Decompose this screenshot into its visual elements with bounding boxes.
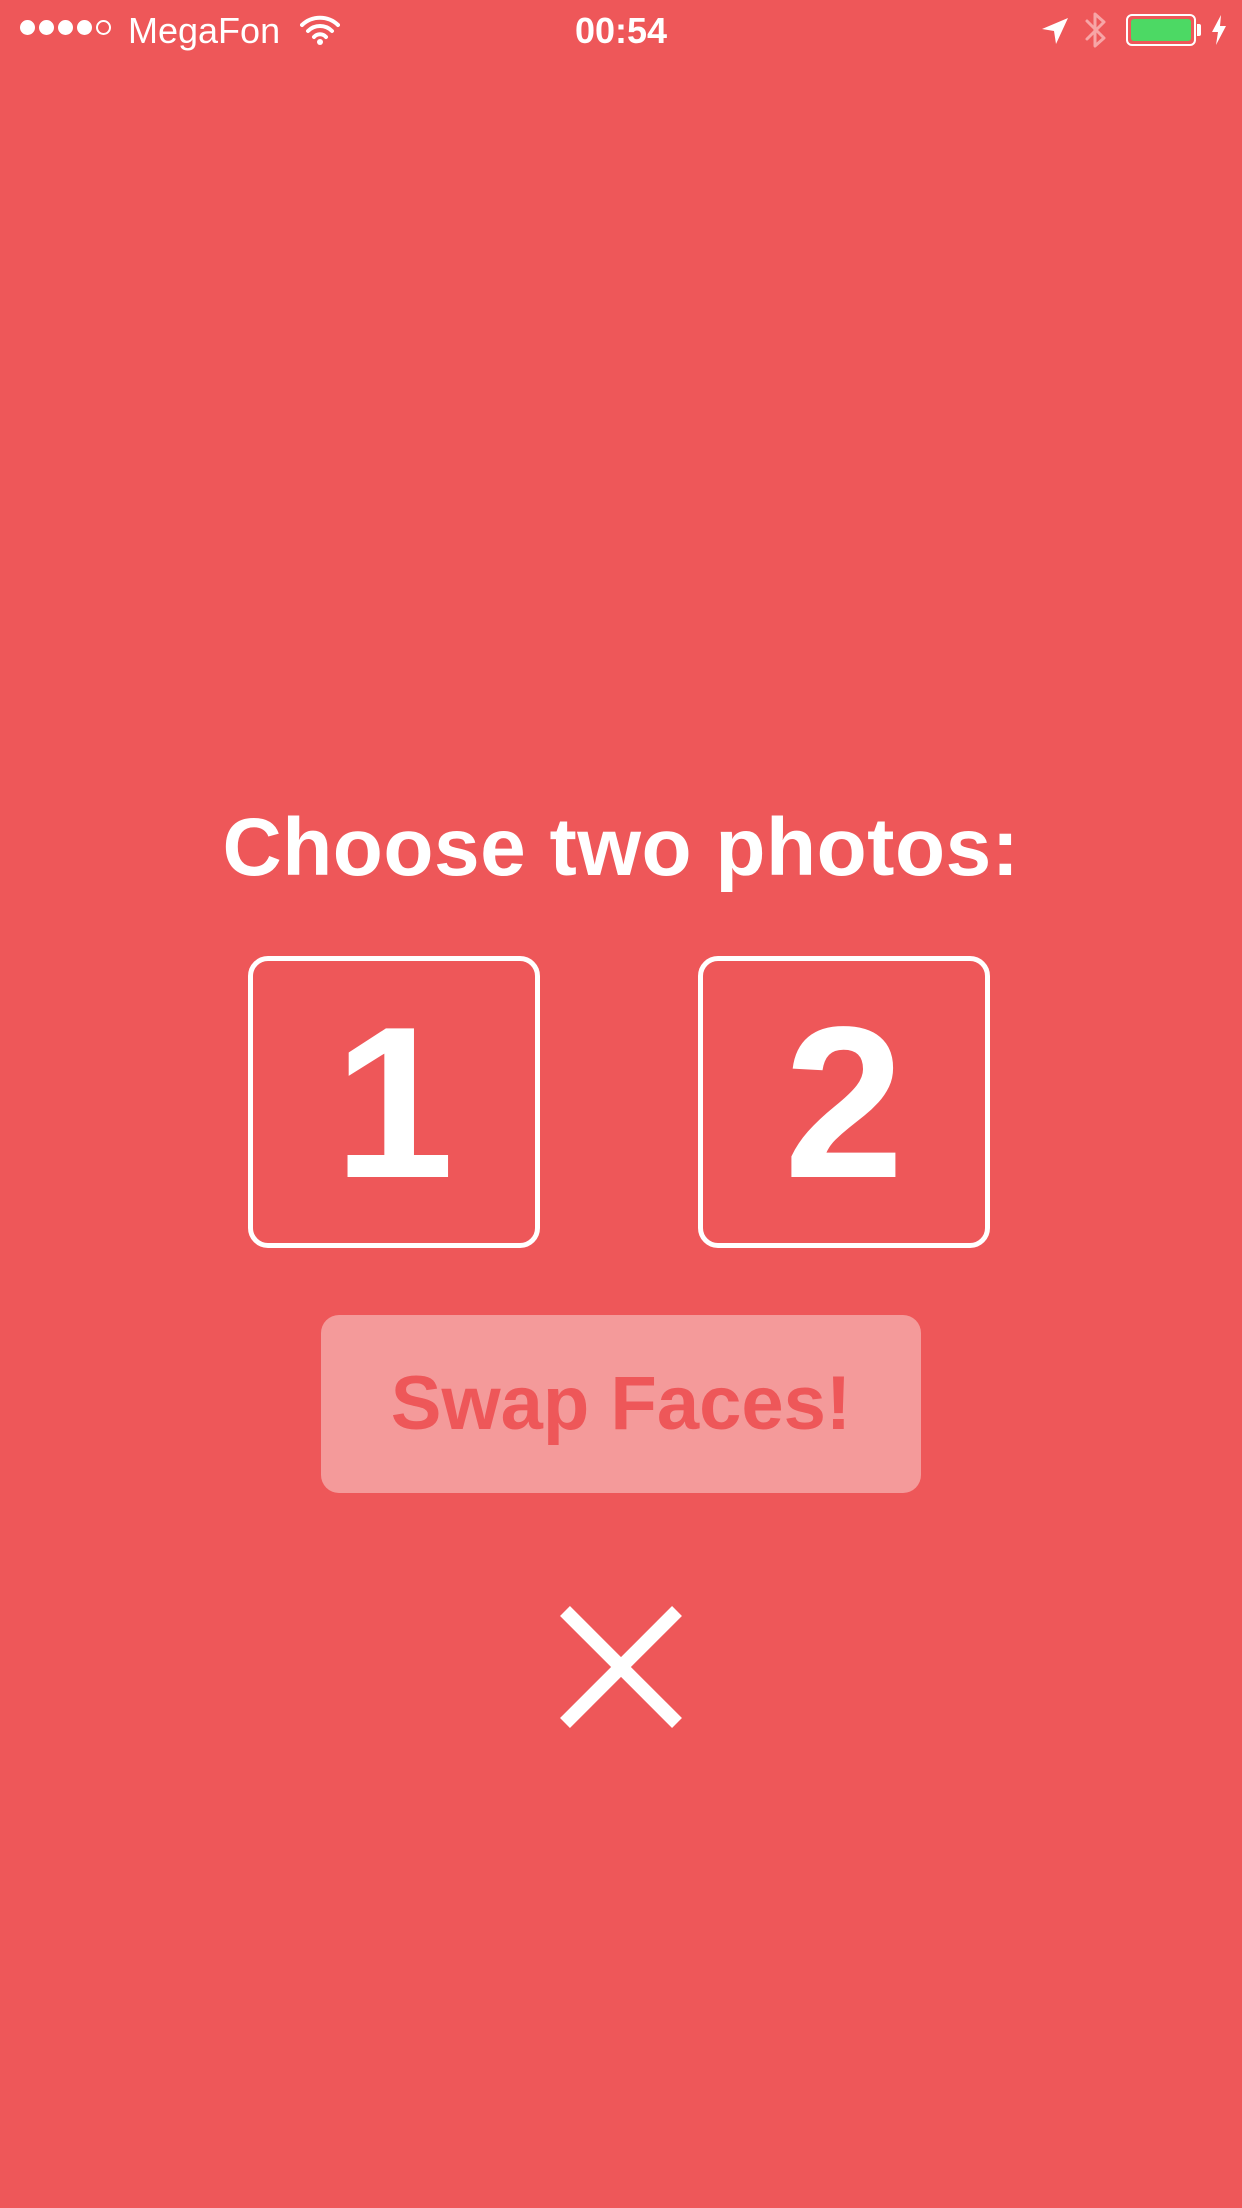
charging-icon — [1212, 15, 1226, 45]
photo-slot-number: 2 — [783, 981, 905, 1223]
location-icon — [1042, 18, 1068, 44]
close-button[interactable] — [555, 1601, 687, 1733]
bluetooth-icon — [1085, 12, 1106, 48]
page-title: Choose two photos: — [222, 802, 1020, 893]
swap-faces-button[interactable]: Swap Faces! — [321, 1315, 921, 1493]
photo-slot-number: 1 — [333, 981, 455, 1223]
battery-level — [1131, 19, 1191, 41]
status-bar: MegaFon 00:54 — [0, 0, 1242, 62]
photo-slot-2[interactable]: 2 — [698, 956, 990, 1248]
close-icon — [560, 1606, 682, 1728]
battery-shell — [1126, 14, 1196, 46]
swap-faces-label: Swap Faces! — [390, 1361, 852, 1446]
battery-icon — [1126, 14, 1202, 46]
photo-slot-1[interactable]: 1 — [248, 956, 540, 1248]
battery-tip — [1197, 24, 1201, 36]
